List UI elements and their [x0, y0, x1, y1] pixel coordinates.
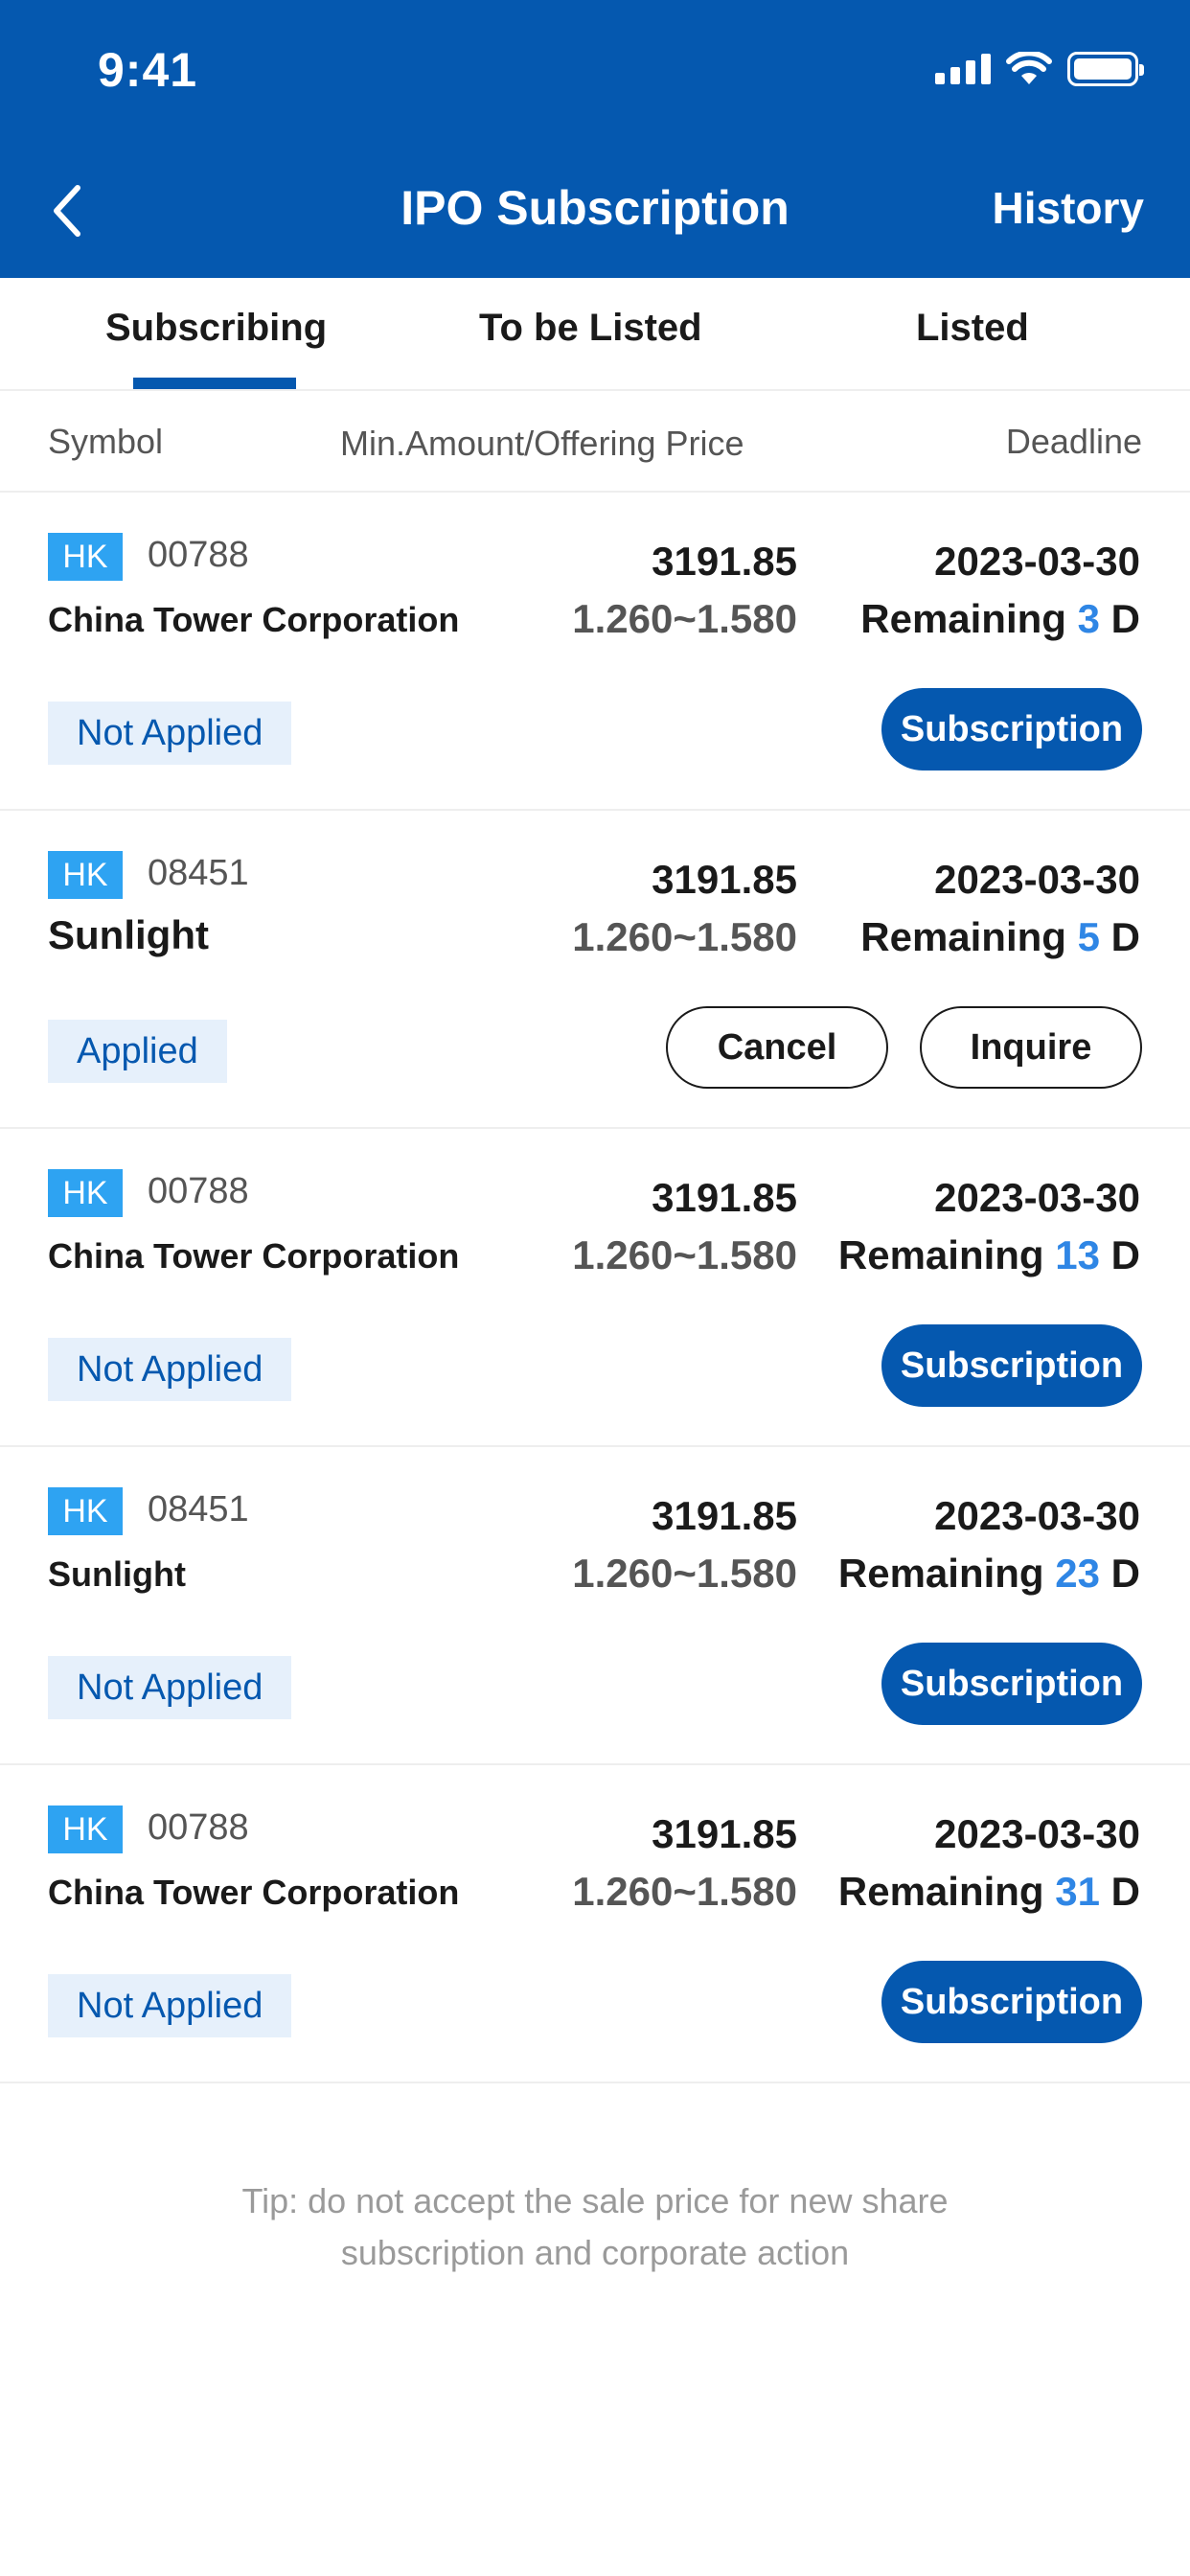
remaining-count: 3	[1077, 596, 1100, 641]
stock-name: China Tower Corporation	[48, 600, 460, 639]
remaining-count: 5	[1077, 914, 1100, 959]
subscription-button[interactable]: Subscription	[881, 1643, 1142, 1725]
app-header: 9:41 IPO Subscription History	[0, 0, 1190, 278]
remaining-label: Remaining	[837, 1869, 1044, 1914]
market-badge: HK	[48, 851, 123, 899]
inquire-button[interactable]: Inquire	[920, 1006, 1142, 1089]
remaining-label: Remaining	[860, 596, 1066, 641]
min-amount: 3191.85	[652, 1175, 797, 1220]
tab-bar: Subscribing To be Listed Listed	[0, 278, 1190, 391]
deadline-date: 2023-03-30	[934, 539, 1140, 584]
ipo-row[interactable]: HK 00788 China Tower Corporation 3191.85…	[0, 493, 1190, 811]
remaining-unit: D	[1110, 1232, 1140, 1277]
remaining-days: Remaining 23 D	[838, 1551, 1140, 1597]
deadline-date: 2023-03-30	[934, 1811, 1140, 1856]
tip-text: Tip: do not accept the sale price for ne…	[0, 2175, 1190, 2279]
column-header-deadline: Deadline	[1005, 422, 1142, 461]
stock-code: 00788	[148, 1171, 249, 1211]
subscription-button[interactable]: Subscription	[881, 1961, 1142, 2043]
remaining-days: Remaining 3 D	[860, 596, 1140, 642]
status-icons	[935, 52, 1144, 86]
subscription-button[interactable]: Subscription	[881, 1324, 1142, 1407]
tab-subscribing[interactable]: Subscribing	[105, 307, 327, 350]
stock-code: 00788	[148, 535, 249, 575]
stock-name: China Tower Corporation	[48, 1873, 460, 1912]
status-time: 9:41	[98, 43, 198, 97]
remaining-unit: D	[1110, 596, 1140, 641]
stock-name: Sunlight	[48, 912, 209, 957]
market-badge: HK	[48, 533, 123, 581]
min-amount: 3191.85	[652, 1811, 797, 1856]
stock-code: 08451	[148, 1489, 249, 1530]
status-badge: Not Applied	[48, 1338, 292, 1401]
status-badge: Not Applied	[48, 702, 292, 765]
remaining-unit: D	[1110, 1869, 1140, 1914]
stock-code: 00788	[148, 1807, 249, 1848]
market-badge: HK	[48, 1806, 123, 1853]
stock-code: 08451	[148, 853, 249, 893]
remaining-count: 23	[1055, 1551, 1100, 1596]
min-amount: 3191.85	[652, 539, 797, 584]
stock-name: Sunlight	[48, 1554, 186, 1594]
deadline-date: 2023-03-30	[934, 1493, 1140, 1538]
min-amount: 3191.85	[652, 1493, 797, 1538]
status-badge: Not Applied	[48, 1974, 292, 2037]
active-tab-indicator	[133, 378, 296, 389]
ipo-row[interactable]: HK 00788 China Tower Corporation 3191.85…	[0, 1129, 1190, 1447]
ipo-row[interactable]: HK 08451 Sunlight 3191.85 1.260~1.580 20…	[0, 811, 1190, 1129]
status-badge: Not Applied	[48, 1656, 292, 1719]
offering-price: 1.260~1.580	[572, 914, 797, 959]
offering-price: 1.260~1.580	[572, 1551, 797, 1596]
wifi-icon	[1006, 52, 1052, 84]
deadline-date: 2023-03-30	[934, 1175, 1140, 1220]
tip-line-1: Tip: do not accept the sale price for ne…	[241, 2181, 949, 2220]
offering-price: 1.260~1.580	[572, 1232, 797, 1277]
min-amount: 3191.85	[652, 857, 797, 902]
remaining-label: Remaining	[837, 1232, 1044, 1277]
offering-price: 1.260~1.580	[572, 1869, 797, 1914]
subscription-button[interactable]: Subscription	[881, 688, 1142, 770]
offering-price: 1.260~1.580	[572, 596, 797, 641]
remaining-label: Remaining	[860, 914, 1066, 959]
ipo-row[interactable]: HK 08451 Sunlight 3191.85 1.260~1.580 20…	[0, 1447, 1190, 1765]
remaining-count: 13	[1055, 1232, 1100, 1277]
history-button[interactable]: History	[993, 182, 1144, 234]
ipo-row[interactable]: HK 00788 China Tower Corporation 3191.85…	[0, 1765, 1190, 2083]
remaining-unit: D	[1110, 914, 1140, 959]
tab-listed[interactable]: Listed	[916, 307, 1029, 350]
column-headers: Symbol Min.Amount/Offering Price Deadlin…	[0, 391, 1190, 493]
tip-line-2: subscription and corporate action	[340, 2233, 850, 2272]
cancel-button[interactable]: Cancel	[666, 1006, 888, 1089]
deadline-date: 2023-03-30	[934, 857, 1140, 902]
remaining-count: 31	[1055, 1869, 1100, 1914]
cellular-signal-icon	[935, 54, 991, 84]
stock-name: China Tower Corporation	[48, 1236, 460, 1276]
status-badge: Applied	[48, 1020, 227, 1083]
remaining-label: Remaining	[837, 1551, 1044, 1596]
column-header-symbol: Symbol	[48, 422, 164, 461]
tab-to-be-listed[interactable]: To be Listed	[479, 307, 702, 350]
remaining-days: Remaining 13 D	[838, 1232, 1140, 1278]
remaining-days: Remaining 5 D	[860, 914, 1140, 960]
column-header-price: Min.Amount/Offering Price	[340, 424, 744, 463]
battery-icon	[1067, 52, 1144, 86]
market-badge: HK	[48, 1487, 123, 1535]
remaining-days: Remaining 31 D	[838, 1869, 1140, 1915]
market-badge: HK	[48, 1169, 123, 1217]
remaining-unit: D	[1110, 1551, 1140, 1596]
